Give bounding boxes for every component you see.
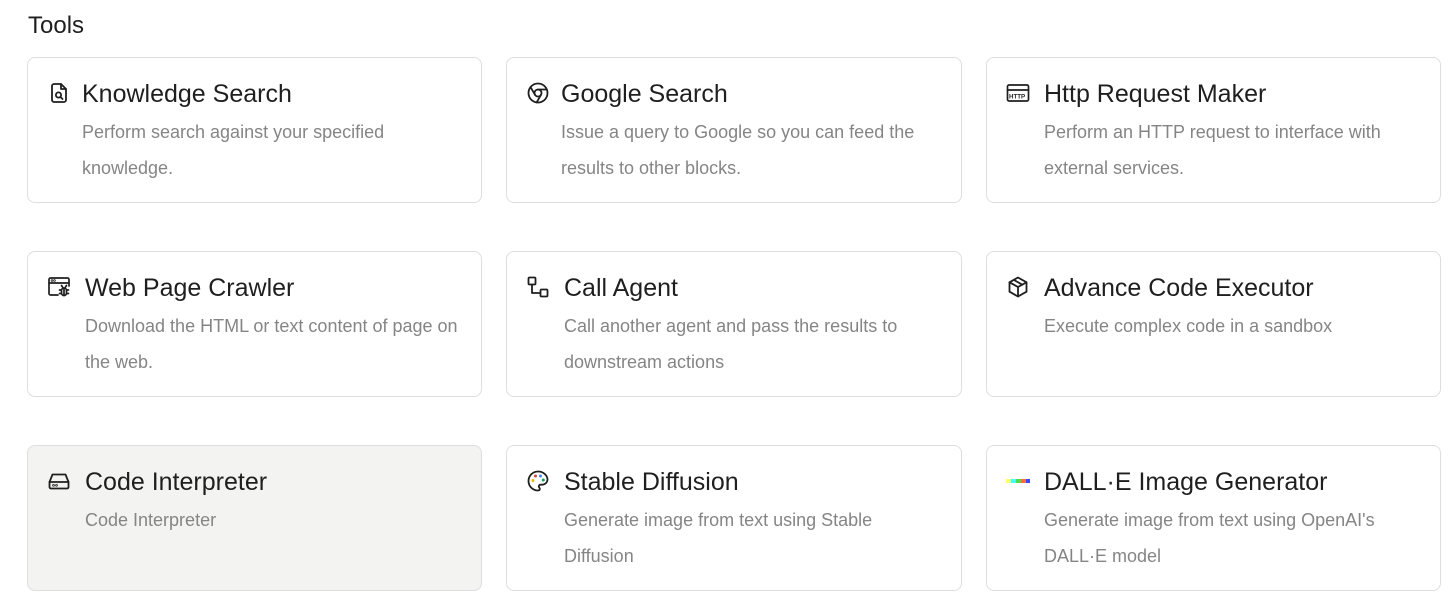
tool-card-knowledge-search[interactable]: Knowledge Search Perform search against … bbox=[27, 57, 482, 203]
tool-title: Call Agent bbox=[564, 274, 678, 302]
dalle-logo-icon bbox=[1006, 469, 1030, 493]
tool-title: Web Page Crawler bbox=[85, 274, 295, 302]
tool-card-code-interpreter[interactable]: Code Interpreter Code Interpreter bbox=[27, 445, 482, 591]
chrome-icon bbox=[526, 81, 550, 105]
tool-description: Perform search against your specified kn… bbox=[82, 122, 385, 178]
tool-description: Code Interpreter bbox=[85, 510, 217, 530]
tool-title: Stable Diffusion bbox=[564, 468, 739, 496]
section-title: Tools bbox=[28, 12, 85, 39]
agent-flow-icon bbox=[526, 275, 550, 299]
tool-card-http-request-maker[interactable]: HTTP Http Request Maker Perform an HTTP … bbox=[986, 57, 1441, 203]
tool-description: Execute complex code in a sandbox bbox=[1044, 316, 1333, 336]
http-icon: HTTP bbox=[1006, 81, 1030, 105]
tool-card-web-page-crawler[interactable]: Web Page Crawler Download the HTML or te… bbox=[27, 251, 482, 397]
tool-description: Download the HTML or text content of pag… bbox=[85, 316, 458, 372]
tool-description: Perform an HTTP request to interface wit… bbox=[1044, 122, 1381, 178]
tool-title: Google Search bbox=[561, 80, 728, 108]
tool-card-dall-e-image-generator[interactable]: DALL·E Image Generator Generate image fr… bbox=[986, 445, 1441, 591]
tool-card-stable-diffusion[interactable]: Stable Diffusion Generate image from tex… bbox=[506, 445, 962, 591]
hard-drive-icon bbox=[47, 469, 71, 493]
tool-description: Generate image from text using OpenAI's … bbox=[1044, 510, 1375, 566]
tool-title: DALL·E Image Generator bbox=[1044, 468, 1328, 496]
tool-card-call-agent[interactable]: Call Agent Call another agent and pass t… bbox=[506, 251, 962, 397]
tool-title: Code Interpreter bbox=[85, 468, 268, 496]
svg-text:HTTP: HTTP bbox=[1009, 94, 1025, 101]
tool-title: Knowledge Search bbox=[82, 80, 292, 108]
browser-bug-icon bbox=[47, 275, 71, 299]
package-icon bbox=[1006, 275, 1030, 299]
tool-card-advance-code-executor[interactable]: Advance Code Executor Execute complex co… bbox=[986, 251, 1441, 397]
tool-description: Issue a query to Google so you can feed … bbox=[561, 122, 915, 178]
tool-description: Call another agent and pass the results … bbox=[564, 316, 898, 372]
tool-title: Advance Code Executor bbox=[1044, 274, 1314, 302]
tool-description: Generate image from text using Stable Di… bbox=[564, 510, 873, 566]
tool-card-google-search[interactable]: Google Search Issue a query to Google so… bbox=[506, 57, 962, 203]
tool-title: Http Request Maker bbox=[1044, 80, 1267, 108]
palette-icon bbox=[526, 469, 550, 493]
file-search-icon bbox=[47, 81, 71, 105]
